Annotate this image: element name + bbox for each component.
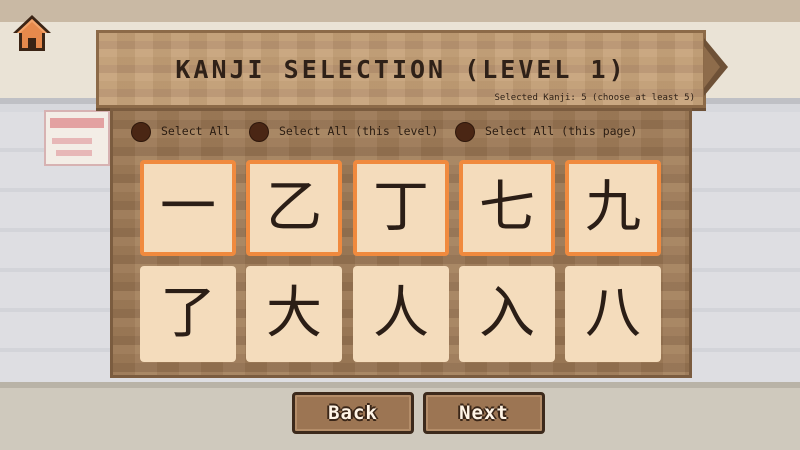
- page-title: KANJI SELECTION (LEVEL 1): [175, 55, 627, 84]
- kanji-tile[interactable]: 大: [246, 266, 342, 362]
- select-all-radio[interactable]: [131, 122, 151, 142]
- kanji-tile[interactable]: 九: [565, 160, 661, 256]
- kanji-character: 八: [585, 281, 641, 346]
- kanji-tile[interactable]: 八: [565, 266, 661, 362]
- kanji-tile[interactable]: 一: [140, 160, 236, 256]
- kanji-character: 了: [160, 281, 216, 346]
- next-button-label: Next: [459, 402, 509, 424]
- kanji-character: 大: [266, 281, 322, 346]
- select-all-level-label[interactable]: Select All (this level): [279, 124, 438, 138]
- background-floor-stripe: [0, 382, 800, 388]
- kanji-tile[interactable]: 七: [459, 160, 555, 256]
- kanji-character: 七: [479, 175, 535, 240]
- title-banner: KANJI SELECTION (LEVEL 1) Selected Kanji…: [96, 30, 706, 108]
- kanji-tile[interactable]: 乙: [246, 160, 342, 256]
- kanji-tile[interactable]: 了: [140, 266, 236, 362]
- next-page-arrow[interactable]: [704, 38, 728, 96]
- select-all-level-radio[interactable]: [249, 122, 269, 142]
- kanji-character: 丁: [373, 175, 429, 240]
- select-all-page-radio[interactable]: [455, 122, 475, 142]
- home-icon: [13, 15, 51, 51]
- next-button[interactable]: Next: [423, 392, 545, 434]
- select-all-page-label[interactable]: Select All (this page): [485, 124, 637, 138]
- kanji-tile[interactable]: 人: [353, 266, 449, 362]
- back-button-label: Back: [328, 402, 378, 424]
- back-button[interactable]: Back: [292, 392, 414, 434]
- kanji-character: 九: [585, 175, 641, 240]
- selected-count-label: Selected Kanji: 5 (choose at least 5): [494, 93, 695, 103]
- kanji-character: 入: [479, 281, 535, 346]
- kanji-tile[interactable]: 入: [459, 266, 555, 362]
- background-sign: [44, 110, 110, 166]
- kanji-character: 一: [160, 175, 216, 240]
- select-all-label[interactable]: Select All: [161, 124, 230, 138]
- kanji-tile[interactable]: 丁: [353, 160, 449, 256]
- home-button[interactable]: [10, 12, 54, 54]
- arrow-right-icon: [704, 38, 728, 96]
- kanji-character: 乙: [266, 175, 322, 240]
- kanji-character: 人: [373, 281, 429, 346]
- background-ceiling: [0, 0, 800, 22]
